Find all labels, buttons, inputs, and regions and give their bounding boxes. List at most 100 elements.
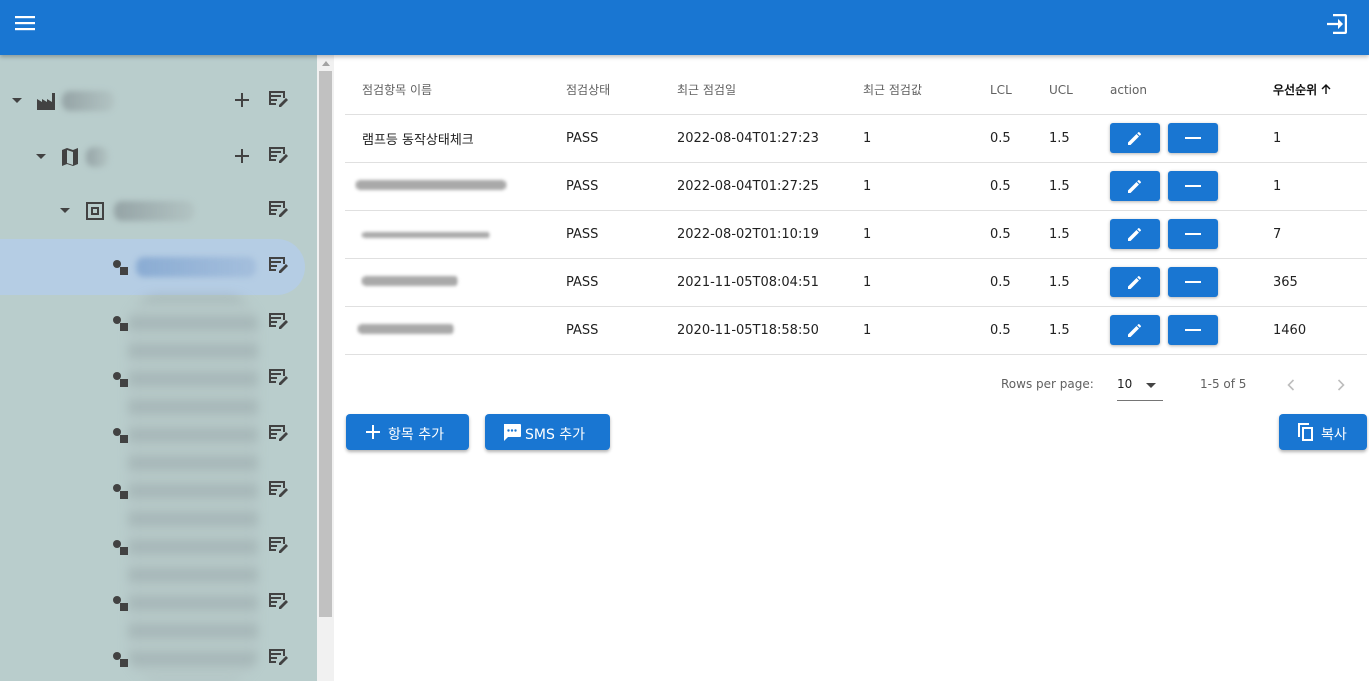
table-edit-icon[interactable] (266, 365, 290, 389)
add-sms-button[interactable]: SMS 추가 (485, 414, 610, 450)
app-bar (0, 0, 1369, 55)
tree-item-floor[interactable] (0, 183, 317, 239)
caret-down-icon[interactable] (58, 203, 72, 217)
table-edit-icon[interactable] (266, 589, 290, 613)
table-edit-icon[interactable] (266, 309, 290, 333)
delete-row-button[interactable] (1168, 171, 1218, 201)
copy-label: 복사 (1321, 427, 1347, 443)
edit-row-button[interactable] (1110, 123, 1160, 153)
delete-row-button[interactable] (1168, 267, 1218, 297)
column-header-last-value[interactable]: 최근 점검값 (846, 66, 973, 115)
minus-icon (1185, 281, 1201, 283)
cell-priority: 1 (1256, 114, 1367, 163)
tree-item-sensor[interactable] (0, 631, 317, 681)
column-header-last-date[interactable]: 최근 점검일 (660, 66, 846, 115)
cell-status: PASS (549, 162, 660, 211)
table-edit-icon[interactable] (266, 421, 290, 445)
logout-button[interactable] (1319, 6, 1355, 42)
menu-button[interactable] (8, 6, 44, 42)
pencil-icon (1128, 131, 1142, 145)
cell-status: PASS (549, 210, 660, 259)
tree-item-sensor[interactable] (0, 463, 317, 519)
sidebar-scrollbar[interactable] (317, 55, 334, 681)
table-row[interactable]: PASS 2021-11-05T08:04:51 1 0.5 1.5 365 (345, 258, 1367, 307)
tree-item-label (62, 91, 114, 111)
rows-per-page-value: 10 (1117, 377, 1133, 391)
cell-status: PASS (549, 114, 660, 163)
caret-down-icon[interactable] (34, 149, 48, 163)
scroll-up-arrow-icon[interactable] (322, 61, 330, 66)
pencil-icon (1128, 227, 1142, 241)
table-row[interactable]: PASS 2020-11-05T18:58:50 1 0.5 1.5 1460 (345, 306, 1367, 355)
column-header-ucl[interactable]: UCL (1032, 66, 1093, 115)
column-header-status[interactable]: 점검상태 (549, 66, 660, 115)
add-item-button[interactable]: 항목 추가 (346, 414, 469, 450)
chevron-left-icon[interactable] (1279, 373, 1303, 397)
factory-icon (37, 93, 55, 110)
pencil-icon (1128, 179, 1142, 193)
cell-priority: 365 (1256, 258, 1367, 307)
column-header-lcl[interactable]: LCL (973, 66, 1032, 115)
sensor-node-icon (113, 484, 128, 499)
edit-row-button[interactable] (1110, 171, 1160, 201)
edit-row-button[interactable] (1110, 315, 1160, 345)
table-edit-icon[interactable] (266, 533, 290, 557)
scrollbar-thumb[interactable] (319, 71, 332, 617)
table-row[interactable]: 램프등 동작상태체크 PASS 2022-08-04T01:27:23 1 0.… (345, 114, 1367, 163)
redacted-text (362, 231, 490, 238)
cell-lcl: 0.5 (973, 114, 1032, 163)
copy-button[interactable]: 복사 (1279, 414, 1367, 450)
table-edit-icon[interactable] (266, 143, 290, 167)
tree-item-map[interactable] (0, 129, 317, 185)
tree-item-sensor[interactable] (0, 519, 317, 575)
cell-last-value: 1 (846, 258, 973, 307)
delete-row-button[interactable] (1168, 315, 1218, 345)
add-icon[interactable] (230, 144, 254, 168)
table-edit-icon[interactable] (266, 253, 290, 277)
sensor-node-icon (113, 260, 128, 275)
edit-row-button[interactable] (1110, 219, 1160, 249)
cell-priority: 1460 (1256, 306, 1367, 355)
table-edit-icon[interactable] (266, 197, 290, 221)
pencil-icon (1128, 275, 1142, 289)
column-header-name[interactable]: 점검항목 이름 (345, 66, 549, 115)
table-row[interactable]: PASS 2022-08-04T01:27:25 1 0.5 1.5 1 (345, 162, 1367, 211)
tree-item-sensor-selected[interactable] (0, 239, 305, 295)
cell-action (1093, 258, 1256, 307)
edit-row-button[interactable] (1110, 267, 1160, 297)
cell-name-redacted (345, 210, 549, 259)
rows-per-page-select[interactable]: 10 (1117, 371, 1163, 401)
tree-item-sensor[interactable] (0, 295, 317, 351)
tree-item-factory[interactable] (0, 73, 317, 129)
table-row[interactable]: PASS 2022-08-02T01:10:19 1 0.5 1.5 7 (345, 210, 1367, 259)
add-icon[interactable] (230, 88, 254, 112)
tree-item-sensor[interactable] (0, 351, 317, 407)
column-header-action: action (1093, 66, 1256, 115)
cell-priority: 1 (1256, 162, 1367, 211)
cell-ucl: 1.5 (1032, 306, 1093, 355)
minus-icon (1185, 233, 1201, 235)
column-header-priority[interactable]: 우선순위 (1256, 66, 1367, 115)
tree-item-sensor[interactable] (0, 407, 317, 463)
table-edit-icon[interactable] (266, 477, 290, 501)
caret-down-icon (1146, 383, 1156, 388)
delete-row-button[interactable] (1168, 219, 1218, 249)
cell-name-redacted (345, 306, 549, 355)
table-edit-icon[interactable] (266, 645, 290, 669)
cell-ucl: 1.5 (1032, 162, 1093, 211)
redacted-text (358, 323, 454, 334)
tree-item-sensor[interactable] (0, 575, 317, 631)
cell-lcl: 0.5 (973, 210, 1032, 259)
caret-down-icon[interactable] (10, 93, 24, 107)
delete-row-button[interactable] (1168, 123, 1218, 153)
cell-last-date: 2022-08-04T01:27:23 (660, 114, 846, 163)
redacted-text (362, 275, 458, 286)
sensor-node-icon (113, 428, 128, 443)
cell-last-value: 1 (846, 162, 973, 211)
chevron-right-icon[interactable] (1329, 373, 1353, 397)
hamburger-menu-icon (15, 16, 35, 31)
table-edit-icon[interactable] (266, 87, 290, 111)
arrow-up-icon[interactable] (1320, 83, 1332, 95)
inspection-table: 점검항목 이름 점검상태 최근 점검일 최근 점검값 LCL UCL actio… (345, 66, 1367, 355)
cell-last-date: 2020-11-05T18:58:50 (660, 306, 846, 355)
